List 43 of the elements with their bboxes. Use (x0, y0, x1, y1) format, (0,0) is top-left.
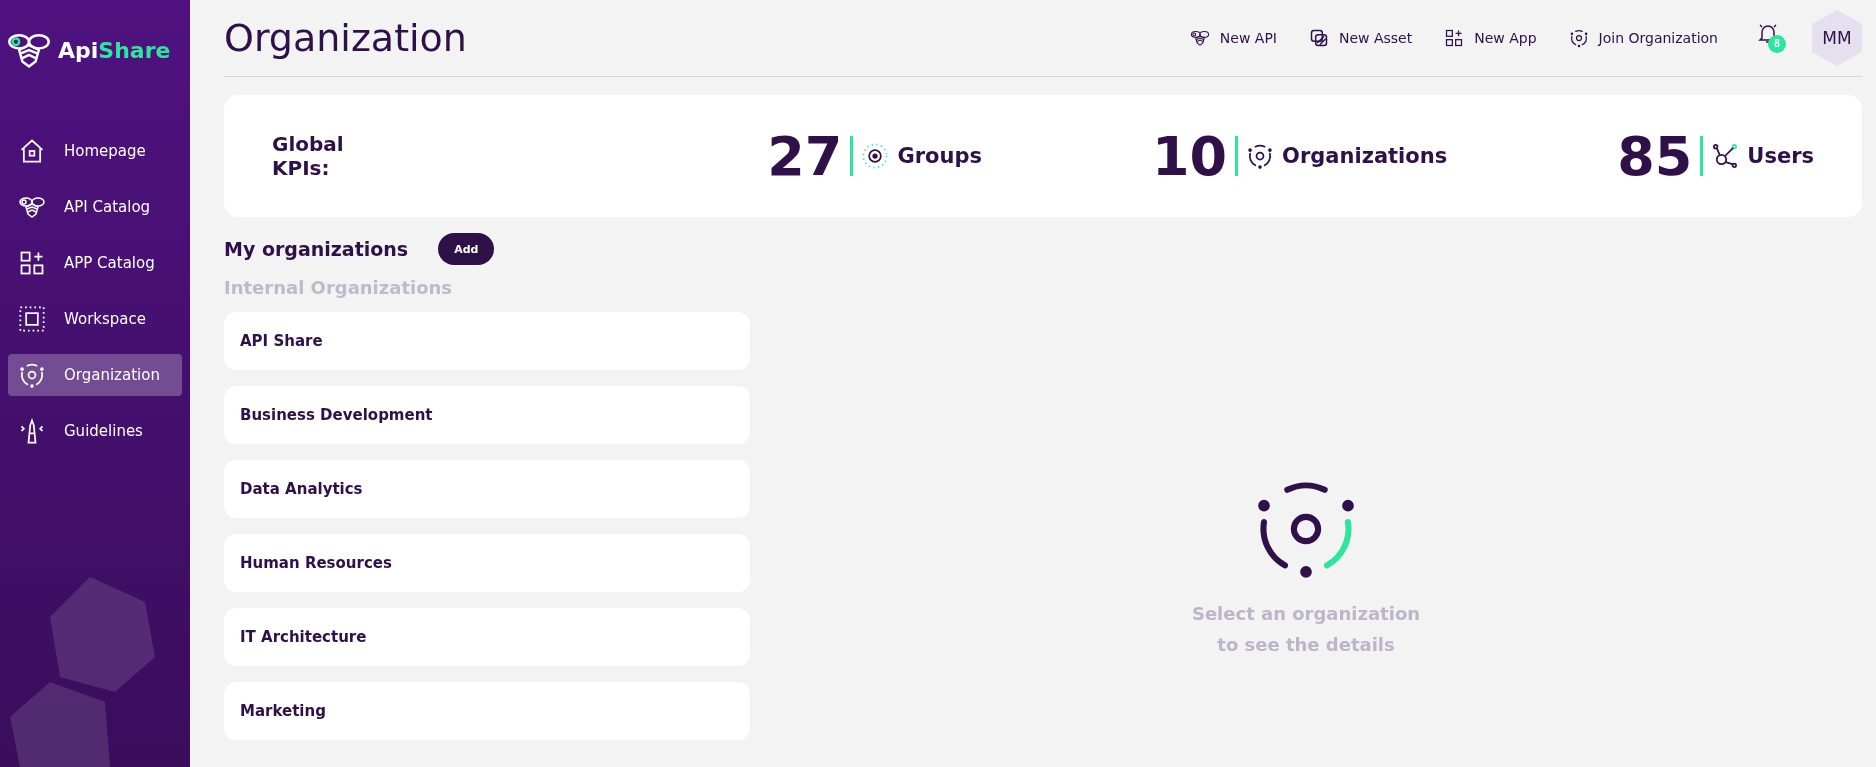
kpi-name: Groups (897, 144, 982, 168)
nav-item[interactable]: Organization (8, 354, 182, 396)
user-avatar[interactable]: MM (1812, 10, 1862, 66)
empty-state-message: Select an organization to see the details (1191, 602, 1421, 657)
kpi-name: Users (1747, 144, 1814, 168)
header-action-button[interactable]: New App (1444, 28, 1537, 48)
list-card[interactable]: Business Development (224, 386, 750, 444)
section-title: My organizations (224, 238, 409, 260)
network-icon (1711, 142, 1740, 170)
kpi-name: Organizations (1282, 144, 1448, 168)
brand-name: ApiShare (58, 37, 171, 63)
bee-icon (1189, 28, 1210, 48)
nav-item[interactable]: APP Catalog (8, 242, 182, 284)
home-icon (18, 137, 46, 165)
layers-icon (1308, 28, 1329, 48)
apps-icon (18, 249, 46, 277)
list-card[interactable]: API Share (224, 312, 750, 370)
header-action-button[interactable]: New API (1189, 28, 1277, 48)
apps-icon (1444, 28, 1465, 48)
workspace-icon (18, 305, 46, 333)
page-title: Organization (224, 16, 467, 60)
target-icon (861, 142, 890, 170)
kpi-value: 10 (1151, 124, 1228, 188)
kpi-label: Global KPIs: (272, 132, 345, 180)
organization-icon (1568, 28, 1589, 48)
add-button[interactable]: Add (438, 233, 495, 265)
header-action-button[interactable]: New Asset (1308, 28, 1413, 48)
list-card[interactable]: Human Resources (224, 534, 750, 592)
list-card[interactable]: IT Architecture (224, 608, 750, 666)
kpi-value: 85 (1617, 124, 1693, 188)
organization-icon (18, 361, 46, 389)
list-card[interactable]: Marketing (224, 682, 750, 740)
organization-icon (1246, 142, 1275, 170)
subsection-title: Internal Organizations (224, 277, 454, 298)
notification-count-badge: 8 (1768, 34, 1786, 53)
lighthouse-icon (18, 417, 46, 445)
nav-item[interactable]: API Catalog (8, 186, 182, 228)
header-action-button[interactable]: Join Organization (1568, 28, 1718, 48)
list-card[interactable]: Data Analytics (224, 460, 750, 518)
nav-item[interactable]: Homepage (8, 130, 182, 172)
nav-item[interactable]: Workspace (8, 298, 182, 340)
kpi-value: 27 (767, 124, 843, 188)
nav-item[interactable]: Guidelines (8, 410, 182, 452)
